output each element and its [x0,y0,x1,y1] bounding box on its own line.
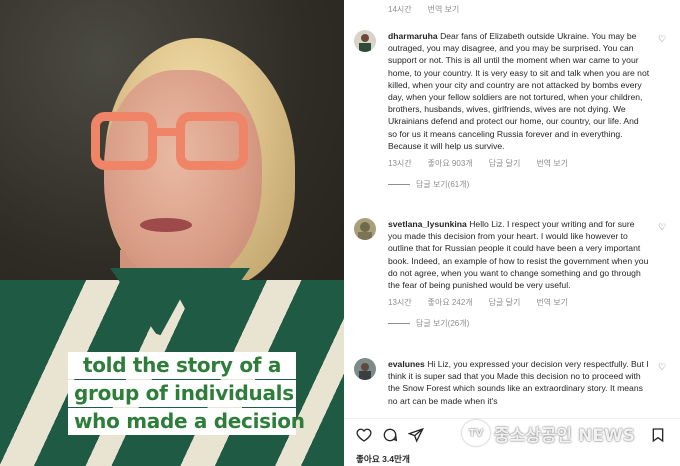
like-heart-icon[interactable]: ♡ [658,362,668,372]
avatar[interactable] [354,218,376,240]
watermark-text: 중소상공인 NEWS [494,425,635,446]
view-replies[interactable]: 답글 보기(26개) [388,318,650,329]
watermark-logo: TV [462,420,490,446]
comment-time: 13시간 [388,298,412,308]
comment-content: Dear fans of Elizabeth outside Ukraine. … [388,31,650,151]
comment-likes[interactable]: 좋아요 242개 [428,297,473,308]
comment-time: 14시간 [388,5,412,14]
translate-link[interactable]: 번역 보기 [428,4,460,15]
reply-link[interactable]: 답글 달기 [489,158,521,169]
comment-username[interactable]: svetlana_lysunkina [388,219,467,229]
avatar[interactable] [354,358,376,380]
video-caption: told the story of a group of individuals… [68,352,305,440]
view-replies-label: 답글 보기(61개) [416,180,470,190]
post-likes[interactable]: 좋아요 3.4만개 [356,453,410,465]
speaker-glasses-bridge [154,128,180,136]
comments-panel[interactable]: 14시간 번역 보기 dharmaruha Dear fans of Eliza… [344,0,680,466]
translate-link[interactable]: 번역 보기 [536,297,568,308]
comment-meta: 13시간 좋아요 242개 답글 달기 번역 보기 [388,297,650,308]
speaker-mouth [140,218,192,232]
previous-comment-meta: 14시간 번역 보기 [388,4,459,15]
view-replies[interactable]: 답글 보기(61개) [388,179,650,190]
reply-link[interactable]: 답글 달기 [489,297,521,308]
video-player[interactable]: told the story of a group of individuals… [0,0,344,466]
caption-line: group of individuals [68,380,296,407]
comment-content: Hi Liz, you expressed your decision very… [388,359,649,406]
speaker-glasses-left [91,112,157,170]
speaker-face [104,70,262,285]
replies-dash [388,184,410,186]
comment-icon[interactable] [382,427,398,443]
comment-text: svetlana_lysunkina Hello Liz. I respect … [388,218,650,291]
comment-body: dharmaruha Dear fans of Elizabeth outsid… [388,30,650,190]
like-heart-icon[interactable]: ♡ [658,34,668,44]
comment-likes[interactable]: 좋아요 903개 [428,158,473,169]
comment-text: dharmaruha Dear fans of Elizabeth outsid… [388,30,650,152]
speaker-glasses-right [176,112,248,170]
comment-body: svetlana_lysunkina Hello Liz. I respect … [388,218,650,329]
like-heart-icon[interactable]: ♡ [658,222,668,232]
comment-meta: 13시간 좋아요 903개 답글 달기 번역 보기 [388,158,650,169]
comment-time: 13시간 [388,159,412,169]
heart-icon[interactable] [356,427,372,443]
caption-line: told the story of a [68,352,296,379]
comment-content: Hello Liz. I respect your writing and fo… [388,219,649,291]
news-watermark: TV 중소상공인 NEWS [462,420,635,446]
share-icon[interactable] [407,427,424,443]
comment-username[interactable]: evalunes [388,359,425,369]
comment-username[interactable]: dharmaruha [388,31,438,41]
caption-line: who made a decision [68,408,305,435]
comment-text: evalunes Hi Liz, you expressed your deci… [388,358,650,407]
view-replies-label: 답글 보기(26개) [416,319,470,329]
comment-body: evalunes Hi Liz, you expressed your deci… [388,358,650,407]
bookmark-icon[interactable] [650,427,666,443]
avatar[interactable] [354,30,376,52]
action-icons [356,427,424,443]
replies-dash [388,323,410,325]
translate-link[interactable]: 번역 보기 [536,158,568,169]
